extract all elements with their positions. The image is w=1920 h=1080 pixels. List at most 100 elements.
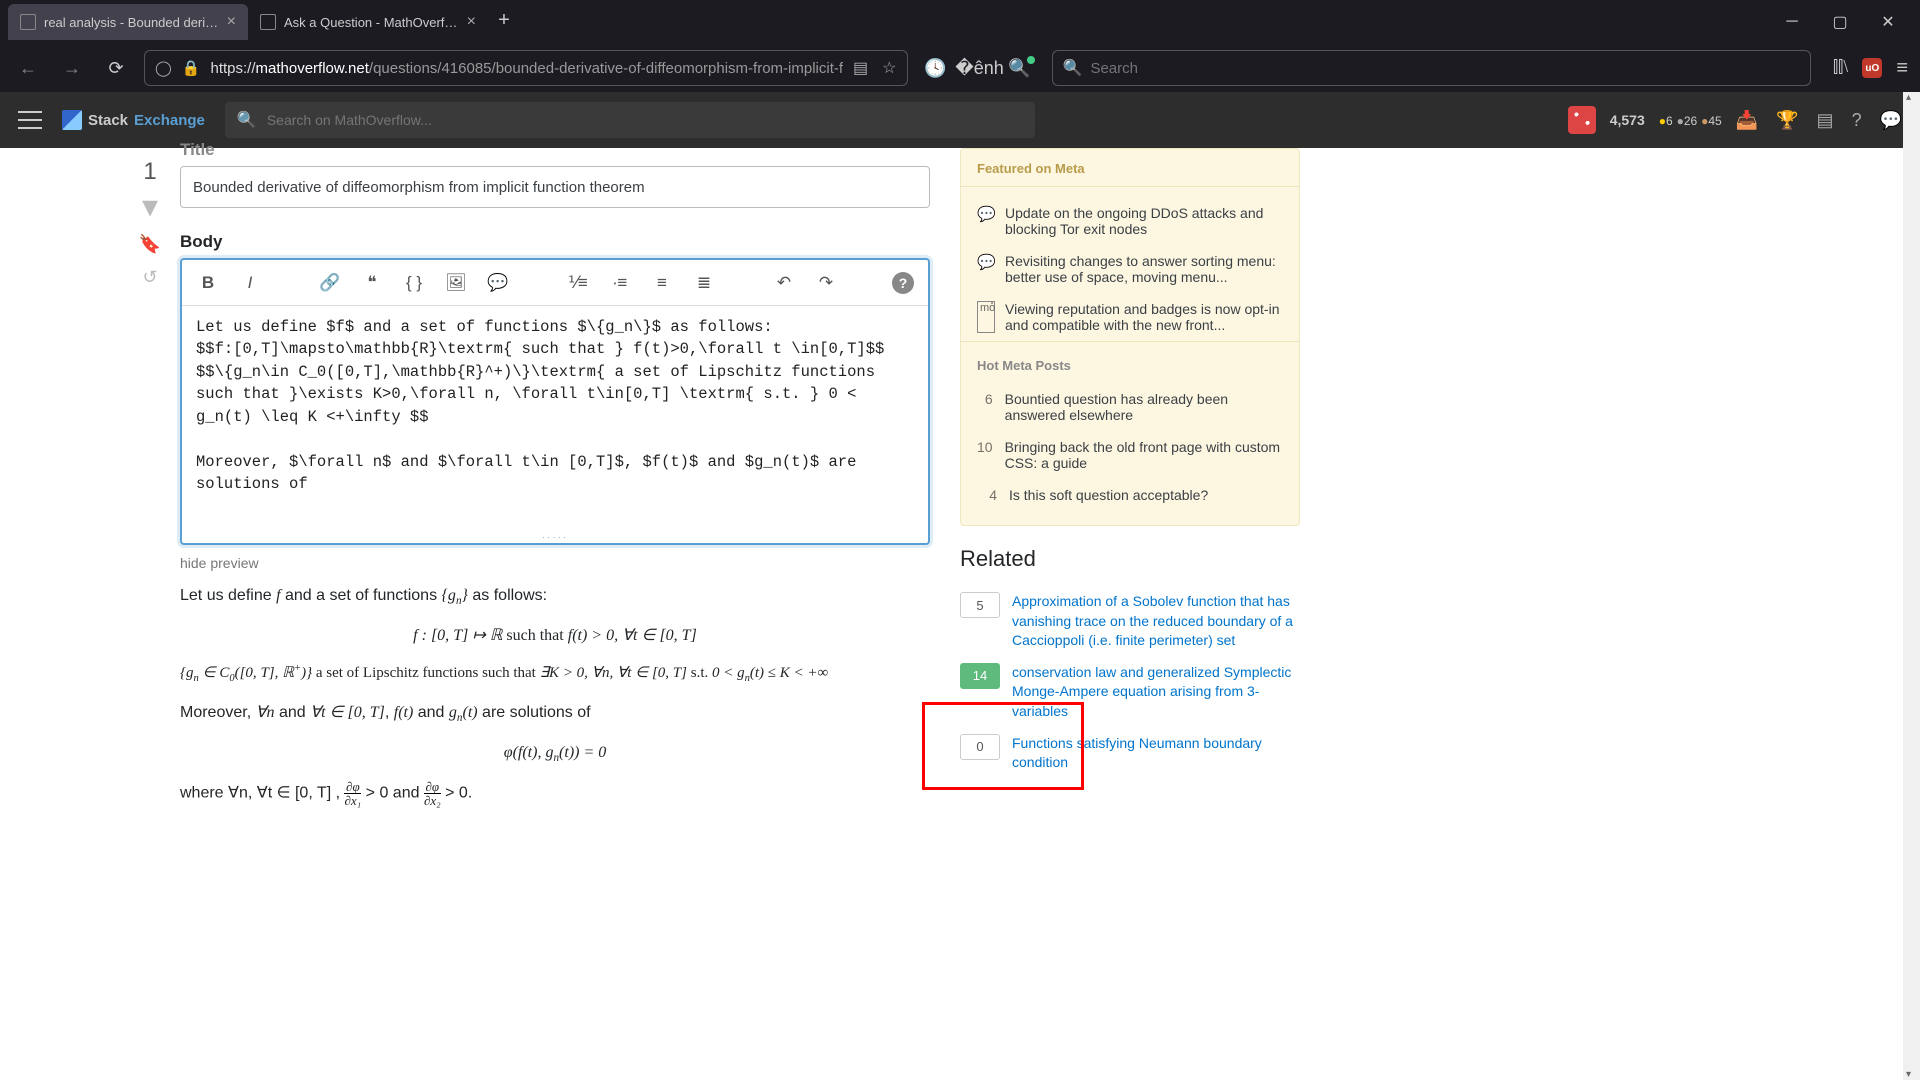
reload-button[interactable]: ⟳ [100, 52, 132, 84]
close-icon[interactable]: × [467, 13, 476, 31]
resize-grip[interactable]: ····· [182, 531, 928, 543]
heading-button[interactable]: ≡ [650, 273, 674, 293]
editor-toolbar: B I 🔗 ❝ { } 🖼 💬 ⅟≡ ∙≡ ≡ ≣ ↶ ↷ ? [182, 260, 928, 306]
url-actions: ▤ ☆ [853, 58, 896, 78]
browser-titlebar: real analysis - Bounded derivati × Ask a… [0, 0, 1920, 44]
new-tab-button[interactable]: + [488, 4, 520, 36]
bookmark-icon[interactable]: 🔖 [139, 234, 161, 255]
achievements-icon[interactable]: 🏆 [1776, 110, 1798, 131]
hot-meta-heading: Hot Meta Posts [961, 341, 1299, 377]
page-scrollbar[interactable] [1903, 92, 1920, 1080]
meta-item[interactable]: 💬Update on the ongoing DDoS attacks and … [977, 197, 1283, 245]
forward-button[interactable]: → [56, 52, 88, 84]
bold-button[interactable]: B [196, 273, 220, 293]
stackexchange-logo[interactable]: StackExchange [62, 110, 205, 130]
hot-item[interactable]: 10Bringing back the old front page with … [977, 431, 1283, 479]
link-button[interactable]: 🔗 [318, 273, 342, 293]
site-search[interactable]: 🔍 [225, 102, 1035, 138]
hide-preview-link[interactable]: hide preview [180, 555, 930, 571]
history-icon[interactable]: 🕓 [920, 52, 952, 84]
sidebar: Featured on Meta 💬Update on the ongoing … [960, 148, 1300, 1080]
editor-help-icon[interactable]: ? [892, 272, 914, 294]
menu-icon[interactable]: ≡ [1896, 57, 1908, 80]
address-bar[interactable]: ◯ 🔒 https://mathoverflow.net/questions/4… [144, 50, 908, 86]
related-heading: Related [960, 546, 1300, 572]
preview-p2: Moreover, ∀n and ∀t ∈ [0, T], f(t) and g… [180, 700, 930, 728]
preview-area: Let us define f and a set of functions {… [180, 583, 930, 807]
quote-button[interactable]: ❝ [360, 273, 384, 293]
preview-disp3: φ(f(t), gn(t)) = 0 [180, 740, 930, 768]
body-label: Body [180, 232, 930, 252]
answer-count-badge: 14 [960, 663, 1000, 689]
tab-strip: real analysis - Bounded derivati × Ask a… [8, 4, 1776, 40]
ulist-button[interactable]: ∙≡ [608, 273, 632, 293]
featured-heading: Featured on Meta [961, 149, 1299, 187]
preview-disp2: {gn ∈ C0([0, T], ℝ+)} a set of Lipschitz… [180, 661, 930, 688]
user-area: 4,573 ●6 ●26 ●45 📥 🏆 ▤ ? 💬 [1568, 106, 1902, 134]
close-icon[interactable]: × [227, 13, 236, 31]
window-controls: ─ ▢ ✕ [1776, 6, 1912, 38]
preview-disp1: f : [0, T] ↦ ℝ such that f(t) > 0, ∀t ∈ … [180, 623, 930, 649]
related-link[interactable]: conservation law and generalized Symplec… [1012, 663, 1300, 722]
ublock-icon[interactable]: uO [1862, 58, 1882, 78]
reader-icon[interactable]: ▤ [853, 58, 868, 78]
site-switcher-icon[interactable]: 💬 [1880, 110, 1902, 131]
search-icon: 🔍 [237, 110, 257, 130]
favicon-icon [20, 14, 36, 30]
library-icon[interactable]: ⫿⫿⧵ [1833, 59, 1848, 77]
hamburger-icon[interactable] [18, 108, 42, 132]
preview-p1: Let us define f and a set of functions {… [180, 583, 930, 611]
related-link[interactable]: Functions satisfying Neumann boundary co… [1012, 734, 1300, 773]
title-label: Title [180, 140, 930, 160]
review-icon[interactable]: ▤ [1817, 110, 1834, 131]
vote-score: 1 [143, 158, 156, 186]
lock-icon: 🔒 [182, 59, 201, 77]
reputation[interactable]: 4,573 [1610, 112, 1645, 128]
related-item[interactable]: 14 conservation law and generalized Symp… [960, 657, 1300, 728]
preview-p3: where ∀n, ∀t ∈ [0, T] , ∂φ∂x₁ > 0 and ∂φ… [180, 780, 930, 807]
avatar[interactable] [1568, 106, 1596, 134]
hot-item[interactable]: 6Bountied question has already been answ… [977, 383, 1283, 431]
meta-item[interactable]: 💬Revisiting changes to answer sorting me… [977, 245, 1283, 293]
code-button[interactable]: { } [402, 273, 426, 293]
tab-title: real analysis - Bounded derivati [44, 15, 219, 30]
image-button[interactable]: 🖼 [444, 273, 468, 293]
main-column: Title Body B I 🔗 ❝ { } 🖼 💬 ⅟≡ ∙≡ ≡ [180, 148, 960, 1080]
hr-button[interactable]: ≣ [692, 273, 716, 293]
related-item[interactable]: 5 Approximation of a Sobolev function th… [960, 586, 1300, 657]
back-button[interactable]: ← [12, 52, 44, 84]
page-content: StackExchange 🔍 4,573 ●6 ●26 ●45 📥 🏆 ▤ ?… [0, 92, 1920, 1080]
body-textarea[interactable] [182, 306, 928, 526]
minimize-button[interactable]: ─ [1776, 6, 1808, 38]
badges: ●6 ●26 ●45 [1659, 112, 1722, 128]
inbox-icon[interactable]: 📥 [1736, 110, 1758, 131]
se-icon [62, 110, 82, 130]
save-pocket-icon[interactable]: �ênh [964, 52, 996, 84]
speech-icon: 💬 [977, 253, 995, 285]
site-search-input[interactable] [267, 112, 1023, 128]
related-link[interactable]: Approximation of a Sobolev function that… [1012, 592, 1300, 651]
title-input[interactable] [180, 166, 930, 208]
olist-button[interactable]: ⅟≡ [566, 273, 590, 293]
close-button[interactable]: ✕ [1872, 6, 1904, 38]
redo-button[interactable]: ↷ [814, 273, 838, 293]
favicon-icon [260, 14, 276, 30]
snippet-button[interactable]: 💬 [486, 273, 510, 293]
browser-toolbar: ← → ⟳ ◯ 🔒 https://mathoverflow.net/quest… [0, 44, 1920, 92]
downvote-icon[interactable]: ▾ [142, 190, 158, 222]
translate-icon[interactable]: 🔍 [1008, 52, 1040, 84]
tab-1[interactable]: real analysis - Bounded derivati × [8, 4, 248, 40]
search-input[interactable] [1090, 60, 1800, 77]
italic-button[interactable]: I [238, 273, 262, 293]
bookmark-star-icon[interactable]: ☆ [882, 58, 896, 78]
maximize-button[interactable]: ▢ [1824, 6, 1856, 38]
hot-item[interactable]: 4Is this soft question acceptable? [977, 479, 1283, 511]
tab-2[interactable]: Ask a Question - MathOverflow × [248, 4, 488, 40]
help-icon[interactable]: ? [1852, 110, 1862, 131]
meta-item[interactable]: mo̊Viewing reputation and badges is now … [977, 293, 1283, 341]
vote-column: 1 ▾ 🔖 ↺ [120, 148, 180, 1080]
related-item[interactable]: 0 Functions satisfying Neumann boundary … [960, 728, 1300, 779]
history-icon[interactable]: ↺ [142, 267, 157, 288]
undo-button[interactable]: ↶ [772, 273, 796, 293]
search-bar[interactable]: 🔍 [1052, 50, 1812, 86]
